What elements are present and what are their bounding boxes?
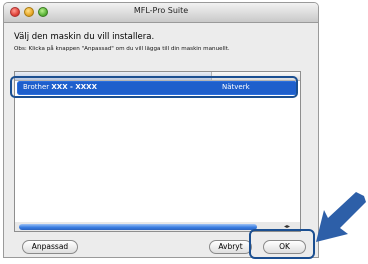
window-title: MFL-Pro Suite: [133, 6, 189, 15]
custom-button[interactable]: Anpassad: [22, 240, 78, 254]
instruction-text: Obs: Klicka på knappen "Anpassad" om du …: [14, 46, 230, 52]
title-bar: MFL-Pro Suite: [4, 3, 318, 23]
ok-highlight-frame: [249, 229, 315, 259]
installer-window: MFL-Pro Suite Välj den maskin du vill in…: [3, 2, 319, 258]
page-heading: Välj den maskin du vill installera.: [14, 32, 155, 42]
arrow-pointer-icon: [316, 192, 366, 242]
cancel-button[interactable]: Avbryt: [209, 240, 252, 254]
scrollbar-thumb[interactable]: [19, 224, 257, 230]
row-highlight-frame: [10, 76, 298, 98]
